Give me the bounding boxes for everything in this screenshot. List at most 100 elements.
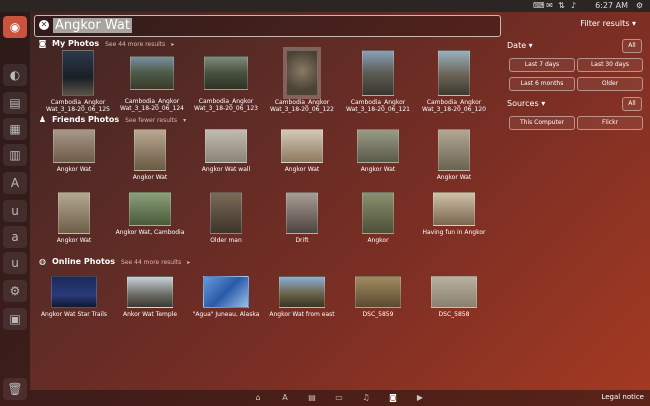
keyboard-icon[interactable]: ⌨: [533, 1, 545, 10]
item-caption: Cambodia_Angkor Wat_3_18-20_06_120: [422, 99, 486, 113]
list-item[interactable]: Cambodia_Angkor Wat_3_18-20_06_123: [186, 50, 266, 112]
search-input[interactable]: Angkor Wat: [53, 18, 132, 33]
list-item[interactable]: Cambodia_Angkor Wat_3_18-20_06_122: [262, 47, 342, 113]
volume-icon[interactable]: ♪: [569, 1, 578, 10]
list-item[interactable]: Cambodia_Angkor Wat_3_18-20_06_120: [414, 50, 494, 113]
list-item[interactable]: Angkor Wat: [262, 129, 342, 173]
list-item[interactable]: Angkor Wat: [34, 192, 114, 244]
filter-results-toggle[interactable]: Filter results ▾: [580, 19, 636, 28]
list-item[interactable]: DSC_5859: [338, 276, 418, 318]
see-more-link[interactable]: See 44 more results: [121, 259, 181, 266]
list-item[interactable]: Angkor Wat: [338, 129, 418, 173]
source-this-computer-button[interactable]: This Computer: [509, 116, 575, 130]
video-lens-icon[interactable]: ▶: [415, 393, 425, 403]
network-icon[interactable]: ⇅: [557, 1, 566, 10]
photo-thumbnail: [438, 50, 470, 96]
list-item[interactable]: Angkor Wat from east: [262, 276, 342, 318]
item-caption: Angkor Wat: [284, 166, 320, 173]
social-lens-icon[interactable]: ▭: [334, 393, 344, 403]
photo-thumbnail: [438, 129, 470, 171]
list-item[interactable]: Having fun in Angkor: [414, 192, 494, 236]
item-caption: Angkor Wat, Cambodia: [115, 229, 185, 236]
date-all-button[interactable]: All: [622, 39, 642, 53]
photo-thumbnail: [127, 276, 173, 308]
list-item[interactable]: Angkor Wat: [110, 129, 190, 181]
calc-icon[interactable]: ▦: [3, 118, 27, 140]
sources-all-button[interactable]: All: [622, 97, 642, 111]
gear-icon[interactable]: ⚙: [635, 1, 644, 10]
software-center-icon[interactable]: A: [3, 172, 27, 194]
list-item[interactable]: Ankor Wat Temple: [110, 276, 190, 318]
top-panel: ⌨ ✉ ⇅ ♪ 6:27 AM ⚙: [0, 0, 650, 12]
photo-thumbnail: [281, 129, 323, 163]
ubuntu-one-music-icon[interactable]: u: [3, 252, 27, 274]
source-flickr-button[interactable]: Flickr: [577, 116, 643, 130]
date-label: Date: [507, 41, 527, 50]
applications-lens-icon[interactable]: A: [280, 393, 290, 403]
item-caption: Angkor Wat: [132, 174, 168, 181]
list-item[interactable]: DSC_5858: [414, 276, 494, 318]
music-lens-icon[interactable]: ♫: [361, 393, 371, 403]
chevron-right-icon[interactable]: ▸: [187, 259, 190, 266]
dash-home-icon[interactable]: ◉: [3, 16, 27, 38]
workspaces-icon[interactable]: ▣: [3, 308, 27, 330]
item-caption: Cambodia_Angkor Wat_3_18-20_06_125: [46, 99, 110, 113]
date-filter-label[interactable]: Date ▾: [507, 41, 533, 50]
photo-thumbnail: [62, 50, 94, 96]
clear-search-icon[interactable]: ✕: [39, 20, 49, 30]
chevron-down-icon: ▾: [541, 99, 546, 108]
filter-panel: Filter results ▾ Date ▾ All Last 7 days …: [501, 15, 650, 390]
ubuntu-one-icon[interactable]: u: [3, 200, 27, 222]
date-older-button[interactable]: Older: [577, 77, 643, 91]
photo-thumbnail: [205, 129, 247, 163]
list-item[interactable]: Cambodia_Angkor Wat_3_18-20_06_125: [38, 50, 118, 113]
date-last-7-days-button[interactable]: Last 7 days: [509, 58, 575, 72]
files-lens-icon[interactable]: ▤: [307, 393, 317, 403]
list-item[interactable]: Cambodia_Angkor Wat_3_18-20_06_121: [338, 50, 418, 113]
list-item[interactable]: Angkor: [338, 192, 418, 244]
date-last-30-days-button[interactable]: Last 30 days: [577, 58, 643, 72]
chevron-down-icon: ▾: [528, 41, 533, 50]
section-title: My Photos: [52, 39, 100, 48]
list-item[interactable]: Angkor Wat: [414, 129, 494, 181]
settings-icon[interactable]: ⚙: [3, 280, 27, 302]
chevron-down-icon: ▾: [631, 19, 636, 28]
list-item[interactable]: Angkor Wat: [34, 129, 114, 173]
writer-icon[interactable]: ▤: [3, 92, 27, 114]
item-caption: Drift: [295, 237, 309, 244]
trash-icon[interactable]: 🗑: [3, 378, 27, 400]
list-item[interactable]: Angkor Wat, Cambodia: [110, 192, 190, 236]
filter-title: Filter results: [580, 19, 630, 28]
chevron-down-icon[interactable]: ▾: [183, 117, 186, 124]
photo-thumbnail: [355, 276, 401, 308]
legal-notice-link[interactable]: Legal notice: [601, 393, 644, 401]
mail-icon[interactable]: ✉: [545, 1, 554, 10]
firefox-icon[interactable]: ◐: [3, 64, 27, 86]
see-more-link[interactable]: See 44 more results: [105, 41, 165, 48]
date-last-6-months-button[interactable]: Last 6 months: [509, 77, 575, 91]
clock[interactable]: 6:27 AM: [595, 0, 628, 12]
impress-icon[interactable]: ▥: [3, 144, 27, 166]
list-item[interactable]: Older man: [186, 192, 266, 244]
chevron-right-icon[interactable]: ▸: [171, 41, 174, 48]
list-item[interactable]: Angkor Wat wall: [186, 129, 266, 173]
sources-filter-label[interactable]: Sources ▾: [507, 99, 545, 108]
photo-thumbnail: [129, 192, 171, 226]
item-caption: Cambodia_Angkor Wat_3_18-20_06_121: [346, 99, 410, 113]
section-friends-photos: ♟ Friends Photos See fewer results ▾: [38, 114, 186, 126]
photo-thumbnail: [51, 276, 97, 308]
item-caption: Angkor Wat: [56, 237, 92, 244]
photos-lens-icon[interactable]: ◙: [388, 393, 398, 403]
section-online-photos: ◍ Online Photos See 44 more results ▸: [38, 256, 190, 268]
photo-thumbnail: [283, 47, 321, 99]
search-field[interactable]: ✕ Angkor Wat: [34, 15, 501, 37]
list-item[interactable]: Drift: [262, 192, 342, 244]
see-fewer-link[interactable]: See fewer results: [125, 117, 177, 124]
item-caption: Angkor Wat Star Trails: [40, 311, 108, 318]
photo-thumbnail: [362, 192, 394, 234]
list-item[interactable]: Cambodia_Angkor Wat_3_18-20_06_124: [112, 50, 192, 112]
list-item[interactable]: Angkor Wat Star Trails: [34, 276, 114, 318]
list-item[interactable]: "Agua" Juneau, Alaska: [186, 276, 266, 318]
amazon-icon[interactable]: a: [3, 226, 27, 248]
home-lens-icon[interactable]: ⌂: [253, 393, 263, 403]
